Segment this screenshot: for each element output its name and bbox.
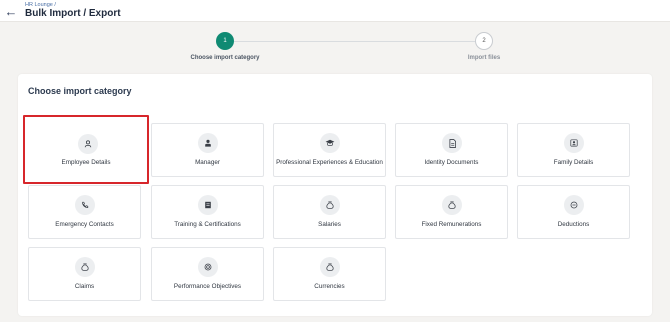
category-card-emergency-contacts[interactable]: Emergency Contacts (28, 185, 141, 239)
category-card-currencies[interactable]: Currencies (273, 247, 386, 301)
back-arrow-icon[interactable]: ← (4, 4, 18, 18)
money-bag-icon (320, 257, 340, 277)
money-bag-icon (75, 257, 95, 277)
category-label: Currencies (314, 283, 345, 290)
minus-circle-icon (564, 195, 584, 215)
category-card-family-details[interactable]: Family Details (517, 123, 630, 177)
step-2-indicator[interactable]: 2 (475, 32, 493, 50)
category-label: Training & Certifications (174, 221, 241, 228)
category-label: Emergency Contacts (55, 221, 114, 228)
category-card-performance-objectives[interactable]: Performance Objectives (151, 247, 264, 301)
category-card-claims[interactable]: Claims (28, 247, 141, 301)
category-label: Identity Documents (424, 159, 479, 166)
category-label: Performance Objectives (173, 283, 242, 290)
step-1-indicator: 1 (216, 32, 234, 50)
manager-icon (198, 133, 218, 153)
target-icon (198, 257, 218, 277)
phone-icon (75, 195, 95, 215)
step-2-label[interactable]: Import files (424, 55, 544, 61)
category-label: Employee Details (61, 159, 111, 166)
category-card-deductions[interactable]: Deductions (517, 185, 630, 239)
panel-title: Choose import category (28, 86, 132, 96)
certificate-icon (198, 195, 218, 215)
money-bag-icon (320, 195, 340, 215)
page-title: Bulk Import / Export (25, 8, 121, 19)
category-label: Deductions (557, 221, 590, 228)
money-bag-icon (442, 195, 462, 215)
category-label: Salaries (318, 221, 341, 228)
graduation-cap-icon (320, 133, 340, 153)
document-icon (442, 133, 462, 153)
category-label: Fixed Remunerations (421, 221, 482, 228)
category-card-manager[interactable]: Manager (151, 123, 264, 177)
category-card-training-certifications[interactable]: Training & Certifications (151, 185, 264, 239)
category-label: Claims (74, 283, 95, 290)
category-card-fixed-remunerations[interactable]: Fixed Remunerations (395, 185, 508, 239)
category-label: Professional Experiences & Education (276, 159, 383, 166)
category-card-employee-details[interactable]: Employee Details (23, 115, 149, 184)
category-card-professional-experiences[interactable]: Professional Experiences & Education (273, 123, 386, 177)
category-label: Family Details (553, 159, 594, 166)
category-card-salaries[interactable]: Salaries (273, 185, 386, 239)
category-label: Manager (195, 159, 220, 166)
top-header: ← HR Lounge / Bulk Import / Export (0, 0, 670, 22)
stepper-connector (234, 41, 476, 42)
step-1-label: Choose import category (190, 55, 260, 61)
person-icon (78, 134, 98, 154)
category-card-identity-documents[interactable]: Identity Documents (395, 123, 508, 177)
family-icon (564, 133, 584, 153)
import-category-panel: Choose import category Employee Details … (18, 74, 652, 316)
